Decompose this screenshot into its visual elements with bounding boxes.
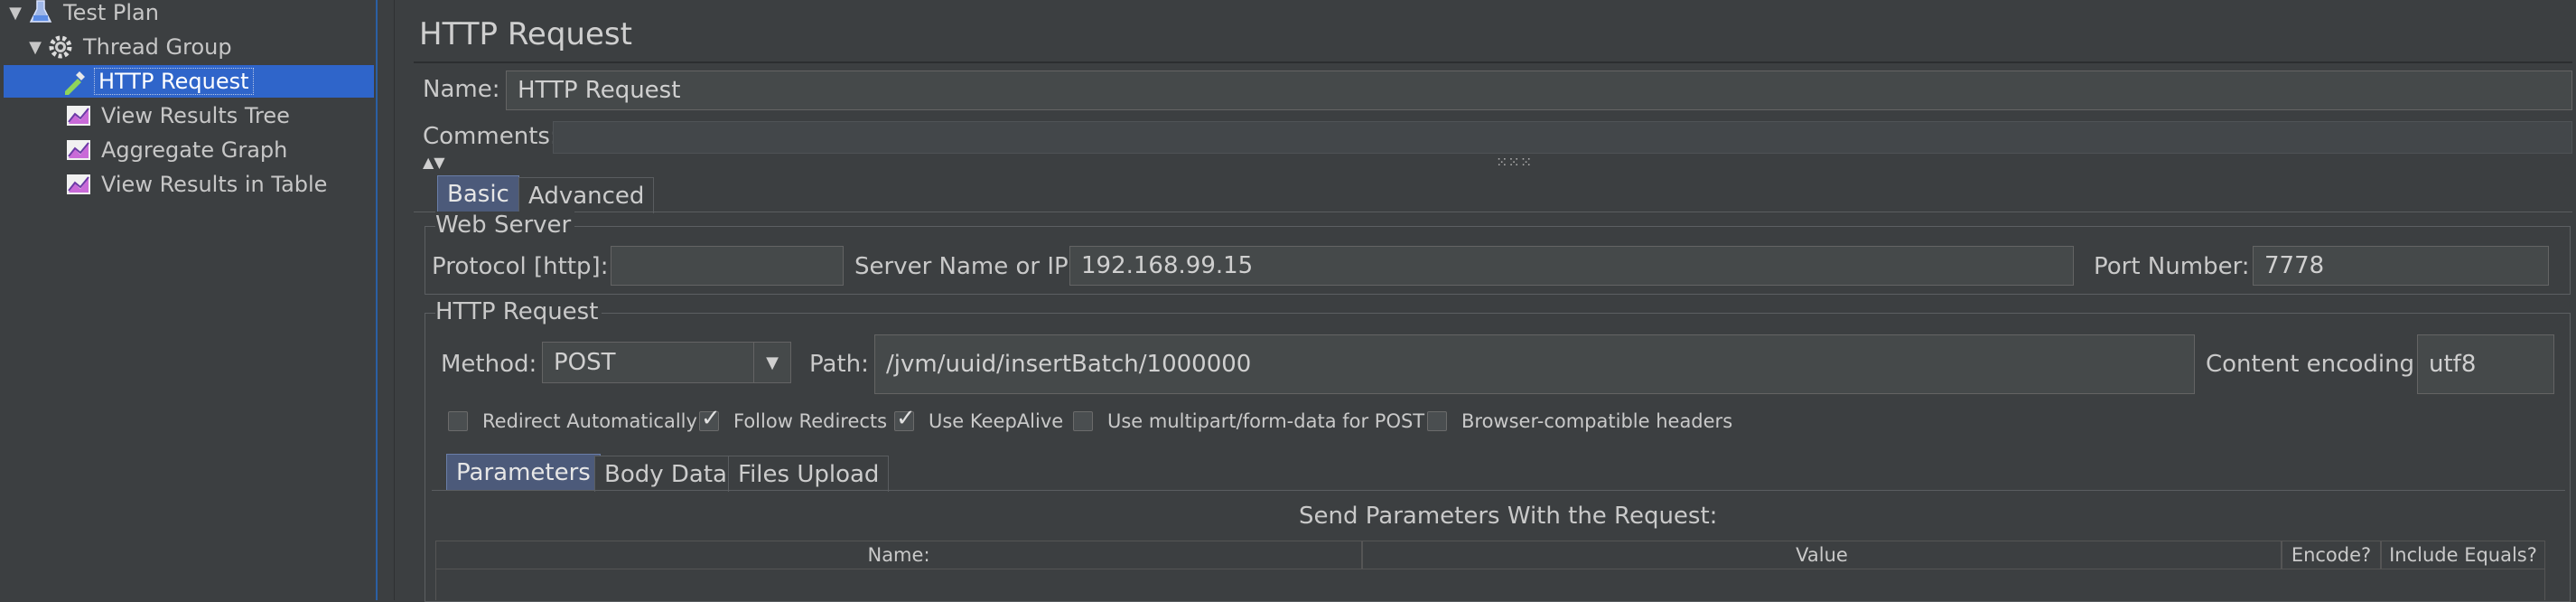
method-select[interactable]: POST ▼	[542, 342, 791, 383]
tab-parameters[interactable]: Parameters	[446, 454, 601, 490]
path-field[interactable]: /jvm/uuid/insertBatch/1000000	[874, 334, 2195, 394]
tree-item-view-results-in-table[interactable]: View Results in Table	[63, 168, 327, 201]
parameters-heading: Send Parameters With the Request:	[1299, 503, 1718, 530]
name-label: Name:	[423, 76, 500, 103]
checkmark-icon: ✓	[896, 405, 916, 432]
sub-tab-border	[432, 490, 2565, 491]
encoding-label: Content encoding:	[2206, 351, 2422, 378]
port-label: Port Number:	[2094, 253, 2250, 280]
http-request-title: HTTP Request	[435, 298, 602, 325]
tree-item-label: Test Plan	[63, 0, 159, 25]
tab-basic[interactable]: Basic	[437, 175, 519, 212]
checkbox-box[interactable]	[448, 411, 468, 431]
column-header-encode[interactable]: Encode?	[2282, 541, 2381, 569]
tree-item-thread-group[interactable]: ▼ Thread Group	[25, 31, 232, 63]
tree-item-label: HTTP Request	[94, 68, 254, 95]
browser-compatible-headers-checkbox[interactable]: Browser-compatible headers	[1427, 410, 1732, 432]
graph-icon	[67, 174, 90, 194]
tree-item-label: Thread Group	[83, 34, 232, 60]
name-field[interactable]: HTTP Request	[506, 71, 2572, 110]
checkbox-box[interactable]	[1427, 411, 1447, 431]
checkbox-box[interactable]: ✓	[699, 405, 721, 432]
checkbox-box[interactable]	[1073, 411, 1093, 431]
http-request-panel: HTTP Request Name: HTTP Request Comments…	[396, 0, 2576, 602]
port-field[interactable]: 7778	[2253, 246, 2549, 286]
path-label: Path:	[809, 351, 869, 378]
tree-item-aggregate-graph[interactable]: Aggregate Graph	[63, 134, 287, 166]
tree-item-label: Aggregate Graph	[101, 137, 288, 163]
chevron-down-icon[interactable]: ▼	[753, 343, 790, 382]
collapse-arrows-icon[interactable]: ▲▼	[423, 154, 445, 171]
follow-redirects-checkbox[interactable]: ✓ Follow Redirects	[699, 405, 888, 432]
comments-label: Comments:	[423, 123, 558, 150]
divider	[414, 61, 2572, 63]
checkbox-label: Use multipart/form-data for POST	[1107, 410, 1425, 432]
tab-body-data[interactable]: Body Data	[594, 456, 737, 492]
checkbox-box[interactable]: ✓	[894, 405, 916, 432]
parameters-table-body[interactable]	[435, 569, 2545, 600]
split-pane-divider[interactable]	[378, 0, 395, 600]
tree-item-test-plan[interactable]: ▼ Test Plan	[5, 0, 159, 29]
flask-icon	[29, 0, 52, 23]
column-header-value[interactable]: Value	[1362, 541, 2282, 569]
tree-item-http-request[interactable]: HTTP Request	[4, 65, 374, 98]
server-field[interactable]: 192.168.99.15	[1069, 246, 2074, 286]
checkbox-label: Follow Redirects	[733, 410, 888, 432]
server-label: Server Name or IP:	[854, 253, 1077, 280]
drag-handle-icon[interactable]: ⁙⁙⁙	[1496, 154, 1532, 171]
tree-item-label: View Results in Table	[101, 172, 328, 197]
checkbox-label: Redirect Automatically	[482, 410, 697, 432]
pipette-icon	[65, 71, 85, 95]
gear-icon	[49, 35, 72, 59]
test-plan-tree: ▼ Test Plan ▼ Thread Group HTTP Request …	[0, 0, 378, 600]
tree-item-view-results-tree[interactable]: View Results Tree	[63, 99, 290, 132]
comments-field[interactable]	[553, 121, 2572, 154]
graph-icon	[67, 106, 90, 126]
web-server-title: Web Server	[435, 212, 575, 239]
tab-files-upload[interactable]: Files Upload	[728, 456, 890, 492]
redirect-automatically-checkbox[interactable]: Redirect Automatically	[448, 410, 697, 432]
protocol-label: Protocol [http]:	[432, 253, 609, 280]
tab-advanced[interactable]: Advanced	[518, 177, 655, 213]
protocol-field[interactable]	[611, 246, 844, 286]
use-keepalive-checkbox[interactable]: ✓ Use KeepAlive	[894, 405, 1064, 432]
checkbox-label: Browser-compatible headers	[1461, 410, 1733, 432]
expand-toggle-icon[interactable]: ▼	[25, 38, 45, 57]
method-value: POST	[554, 349, 616, 376]
column-header-include-equals[interactable]: Include Equals?	[2381, 541, 2545, 569]
use-multipart-checkbox[interactable]: Use multipart/form-data for POST	[1073, 410, 1424, 432]
expand-toggle-icon[interactable]: ▼	[5, 4, 25, 23]
page-title: HTTP Request	[419, 16, 632, 52]
checkbox-label: Use KeepAlive	[929, 410, 1064, 432]
tree-item-label: View Results Tree	[101, 103, 290, 128]
encoding-field[interactable]: utf8	[2417, 334, 2554, 394]
graph-icon	[67, 140, 90, 160]
checkmark-icon: ✓	[701, 405, 721, 432]
column-header-name[interactable]: Name:	[435, 541, 1362, 569]
method-label: Method:	[441, 351, 537, 378]
